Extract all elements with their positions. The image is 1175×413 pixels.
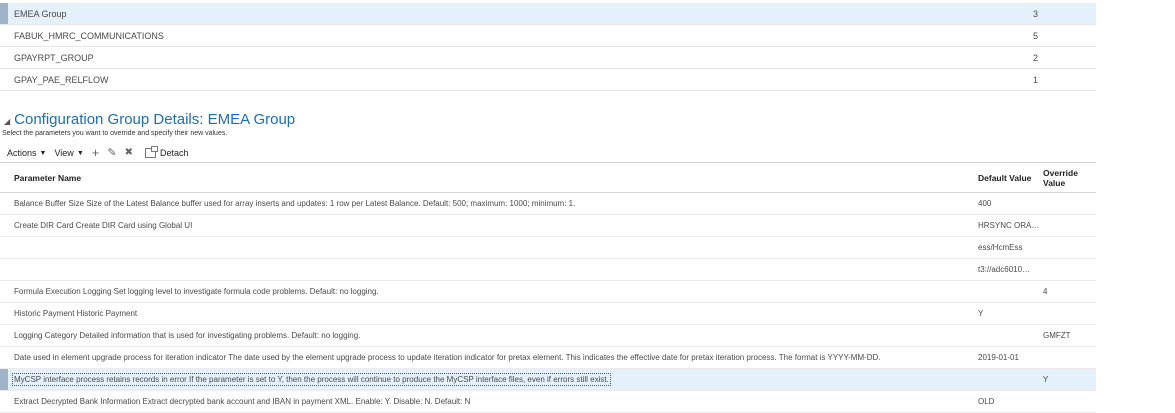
group-name: EMEA Group [14, 8, 67, 19]
caret-down-icon: ▼ [39, 149, 47, 157]
group-count: 5 [1033, 30, 1039, 41]
table-row[interactable]: Logging Category Detailed information th… [0, 325, 1096, 347]
group-row-gpay-pae[interactable]: GPAY_PAE_RELFLOW 1 [0, 69, 1096, 91]
actions-menu[interactable]: Actions ▼ [7, 148, 46, 158]
parameter-name-cell: Create DIR Card Create DIR Card using Gl… [14, 221, 193, 230]
instructions-text: Select the parameters you want to overri… [2, 130, 228, 137]
group-row-gpayrpt[interactable]: GPAYRPT_GROUP 2 [0, 47, 1096, 69]
triangle-down-icon[interactable]: ◢ [4, 117, 10, 126]
parameter-name-cell: Historic Payment Historic Payment [14, 309, 138, 318]
default-value-cell: ess/HcmEss [978, 243, 1023, 252]
group-row-fabuk[interactable]: FABUK_HMRC_COMMUNICATIONS 5 [0, 25, 1096, 47]
add-icon[interactable]: + [92, 146, 100, 159]
parameters-table: Parameter Name Default Value Override Va… [0, 162, 1096, 413]
default-value-cell: 400 [978, 199, 992, 208]
configuration-groups-table: EMEA Group 3 FABUK_HMRC_COMMUNICATIONS 5… [0, 3, 1096, 91]
group-count: 3 [1033, 8, 1039, 19]
table-header: Parameter Name Default Value Override Va… [0, 162, 1096, 193]
column-header-parameter-name[interactable]: Parameter Name [14, 173, 81, 183]
column-header-default-value[interactable]: Default Value [978, 173, 1031, 183]
parameter-name-cell: Logging Category Detailed information th… [14, 331, 361, 340]
parameter-name-cell: Date used in element upgrade process for… [14, 353, 881, 362]
parameter-name-cell: Balance Buffer Size Size of the Latest B… [14, 199, 576, 208]
details-toolbar: Actions ▼ View ▼ + ✎ ✖ Detach [7, 146, 188, 160]
section-title: Configuration Group Details: EMEA Group [14, 111, 296, 128]
group-count: 2 [1033, 52, 1039, 63]
column-header-override-value[interactable]: Override Value [1043, 168, 1088, 188]
override-value-cell[interactable]: Y [1043, 375, 1048, 384]
table-row[interactable]: Extract Decrypted Bank Information Extra… [0, 391, 1096, 413]
group-count: 1 [1033, 74, 1039, 85]
default-value-cell: t3://adc6010… [978, 265, 1031, 274]
view-menu[interactable]: View ▼ [54, 148, 83, 158]
group-row-emea[interactable]: EMEA Group 3 [0, 3, 1096, 25]
group-name: GPAYRPT_GROUP [14, 52, 94, 63]
selection-indicator [0, 3, 8, 24]
group-name: FABUK_HMRC_COMMUNICATIONS [14, 30, 164, 41]
default-value-cell: 2019-01-01 [978, 353, 1019, 362]
caret-down-icon: ▼ [76, 149, 84, 157]
details-section-header: ◢ Configuration Group Details: EMEA Grou… [4, 111, 295, 128]
table-row[interactable]: Create DIR Card Create DIR Card using Gl… [0, 215, 1096, 237]
delete-icon[interactable]: ✖ [125, 147, 133, 159]
table-row[interactable]: Balance Buffer Size Size of the Latest B… [0, 193, 1096, 215]
detach-label: Detach [159, 148, 189, 158]
group-name: GPAY_PAE_RELFLOW [14, 74, 109, 85]
view-label: View [54, 148, 74, 158]
detach-icon [144, 146, 158, 158]
table-row[interactable]: Formula Execution Logging Set logging le… [0, 281, 1096, 303]
selection-indicator [0, 369, 8, 390]
detach-button[interactable]: Detach [144, 146, 189, 158]
override-value-cell[interactable]: GMFZT [1043, 331, 1071, 340]
table-row[interactable]: ess/HcmEss [0, 237, 1096, 259]
parameter-name-cell: Formula Execution Logging Set logging le… [14, 287, 379, 296]
actions-label: Actions [7, 148, 37, 158]
table-row[interactable]: Historic Payment Historic Payment Y [0, 303, 1096, 325]
edit-icon[interactable]: ✎ [107, 147, 116, 159]
default-value-cell: HRSYNC ORA… [978, 221, 1040, 230]
override-value-cell[interactable]: 4 [1043, 287, 1047, 296]
table-row[interactable]: t3://adc6010… [0, 259, 1096, 281]
parameter-name-cell: MyCSP interface process retains records … [12, 373, 611, 386]
default-value-cell: Y [978, 309, 984, 318]
table-row[interactable]: Date used in element upgrade process for… [0, 347, 1096, 369]
table-row-selected[interactable]: MyCSP interface process retains records … [0, 369, 1096, 391]
